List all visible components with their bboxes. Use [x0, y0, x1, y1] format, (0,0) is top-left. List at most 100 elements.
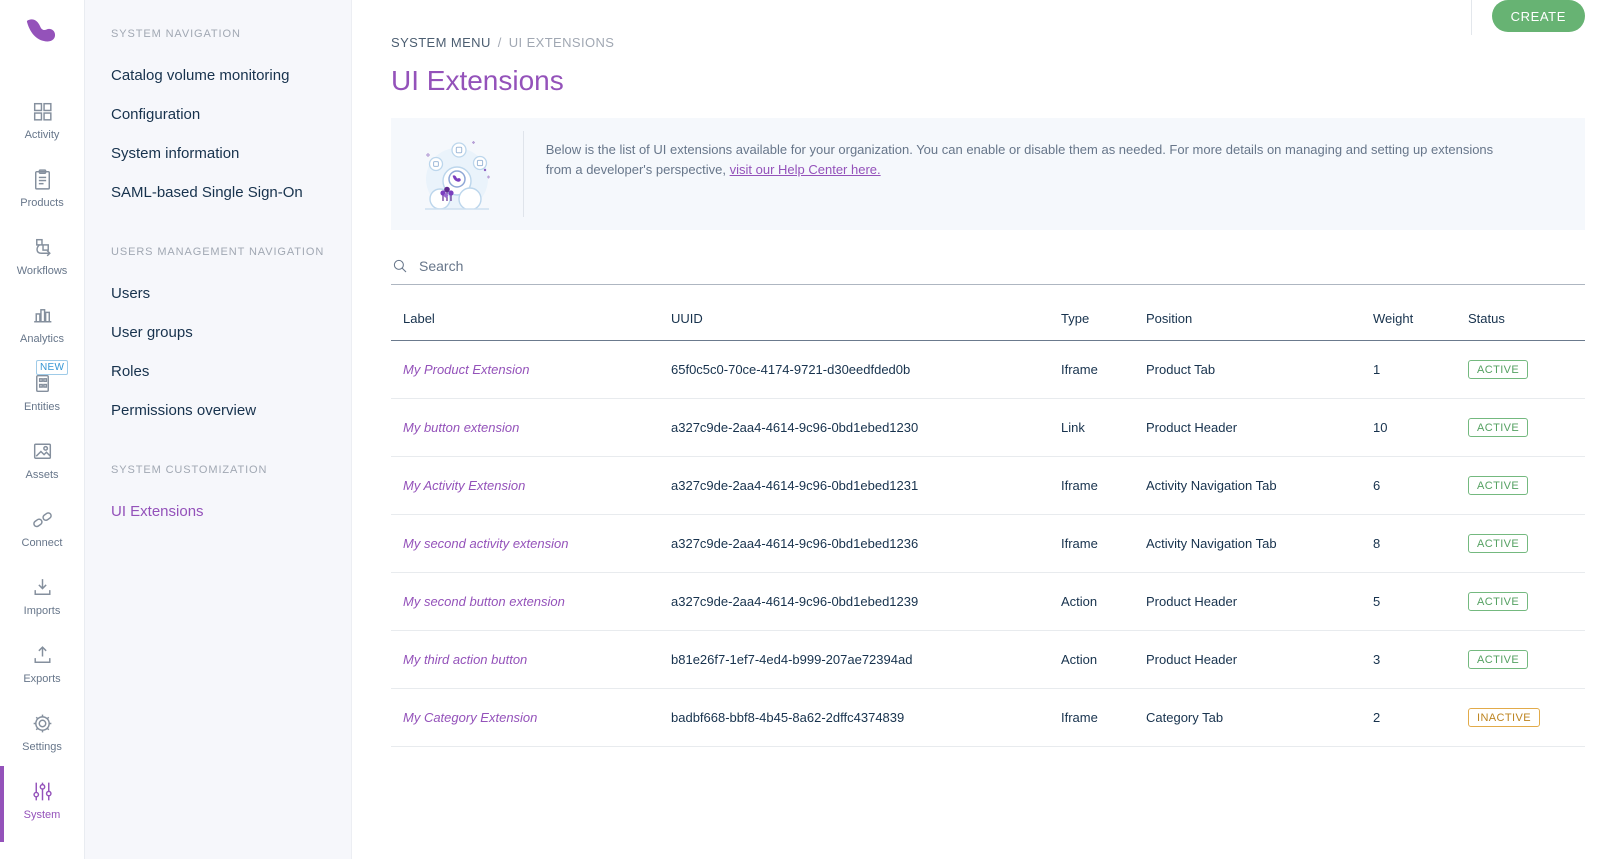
- position-cell: Category Tab: [1146, 689, 1373, 747]
- position-cell: Product Header: [1146, 399, 1373, 457]
- status-badge: ACTIVE: [1468, 592, 1528, 611]
- status-cell: ACTIVE: [1468, 631, 1585, 689]
- sidebar-item[interactable]: Configuration: [111, 95, 331, 134]
- icon-nav-label: System: [24, 809, 61, 821]
- banner-text: Below is the list of UI extensions avail…: [546, 118, 1585, 230]
- status-cell: ACTIVE: [1468, 399, 1585, 457]
- icon-nav-label: Settings: [22, 741, 62, 753]
- extension-label-link[interactable]: My second activity extension: [391, 515, 671, 573]
- type-cell: Iframe: [1061, 457, 1146, 515]
- extension-label-link[interactable]: My Category Extension: [391, 689, 671, 747]
- icon-nav-label: Exports: [23, 673, 60, 685]
- extension-label-link[interactable]: My Activity Extension: [391, 457, 671, 515]
- sidebar-item[interactable]: Catalog volume monitoring: [111, 56, 331, 95]
- table-row[interactable]: My Category Extension badbf668-bbf8-4b45…: [391, 689, 1585, 747]
- type-cell: Link: [1061, 399, 1146, 457]
- help-center-link[interactable]: visit our Help Center here.: [730, 162, 881, 177]
- uuid-cell: a327c9de-2aa4-4614-9c96-0bd1ebed1236: [671, 515, 1061, 573]
- table-header-row: Label UUID Type Position Weight Status: [391, 297, 1585, 341]
- sidebar-section: SYSTEM CUSTOMIZATION UI Extensions: [111, 464, 331, 531]
- sidebar-item[interactable]: Users: [111, 274, 331, 313]
- banner-description: Below is the list of UI extensions avail…: [546, 142, 1493, 177]
- search-icon: [391, 257, 409, 275]
- status-cell: ACTIVE: [1468, 573, 1585, 631]
- type-cell: Iframe: [1061, 341, 1146, 399]
- icon-nav-item[interactable]: Connect: [0, 494, 84, 562]
- workflows-loop-icon: [30, 235, 55, 260]
- icon-nav: Activity Products Workflows Analytics: [0, 86, 84, 834]
- table-row[interactable]: My second button extension a327c9de-2aa4…: [391, 573, 1585, 631]
- status-badge: INACTIVE: [1468, 708, 1540, 727]
- app-logo[interactable]: [21, 11, 63, 53]
- weight-cell: 10: [1373, 399, 1468, 457]
- icon-nav-item[interactable]: Workflows: [0, 222, 84, 290]
- icon-nav-item[interactable]: Analytics: [0, 290, 84, 358]
- breadcrumb: SYSTEM MENU / UI EXTENSIONS: [391, 35, 1585, 50]
- main-content: SYSTEM MENU / UI EXTENSIONS CREATE UI Exte…: [352, 0, 1618, 859]
- icon-nav-item[interactable]: System: [0, 766, 84, 834]
- type-cell: Action: [1061, 631, 1146, 689]
- icon-nav-label: Imports: [24, 605, 61, 617]
- uuid-cell: a327c9de-2aa4-4614-9c96-0bd1ebed1231: [671, 457, 1061, 515]
- type-cell: Action: [1061, 573, 1146, 631]
- sidebar-item[interactable]: SAML-based Single Sign-On: [111, 173, 331, 212]
- breadcrumb-current: UI EXTENSIONS: [509, 35, 615, 50]
- sidebar-item[interactable]: UI Extensions: [111, 492, 331, 531]
- icon-sidebar: Activity Products Workflows Analytics: [0, 0, 85, 859]
- table-row[interactable]: My button extension a327c9de-2aa4-4614-9…: [391, 399, 1585, 457]
- type-cell: Iframe: [1061, 689, 1146, 747]
- status-cell: INACTIVE: [1468, 689, 1585, 747]
- create-button[interactable]: CREATE: [1492, 0, 1585, 32]
- extensions-table: Label UUID Type Position Weight Status M…: [391, 297, 1585, 747]
- sidebar-section-title: USERS MANAGEMENT NAVIGATION: [111, 246, 331, 258]
- status-cell: ACTIVE: [1468, 341, 1585, 399]
- header-divider: [1471, 0, 1472, 35]
- sidebar-item[interactable]: Roles: [111, 352, 331, 391]
- position-cell: Activity Navigation Tab: [1146, 457, 1373, 515]
- status-badge: ACTIVE: [1468, 476, 1528, 495]
- connect-links-icon: [30, 507, 55, 532]
- extension-label-link[interactable]: My button extension: [391, 399, 671, 457]
- weight-cell: 3: [1373, 631, 1468, 689]
- icon-nav-label: Assets: [25, 469, 58, 481]
- icon-nav-item[interactable]: Imports: [0, 562, 84, 630]
- breadcrumb-system-menu[interactable]: SYSTEM MENU: [391, 35, 491, 50]
- icon-nav-item[interactable]: Products: [0, 154, 84, 222]
- table-row[interactable]: My third action button b81e26f7-1ef7-4ed…: [391, 631, 1585, 689]
- search-input[interactable]: [419, 258, 1019, 274]
- page-header: SYSTEM MENU / UI EXTENSIONS CREATE UI Exte…: [391, 0, 1585, 97]
- page-title: UI Extensions: [391, 65, 1585, 97]
- icon-nav-item[interactable]: Exports: [0, 630, 84, 698]
- table-row[interactable]: My second activity extension a327c9de-2a…: [391, 515, 1585, 573]
- extension-label-link[interactable]: My second button extension: [391, 573, 671, 631]
- sidebar-section: USERS MANAGEMENT NAVIGATION Users User g…: [111, 246, 331, 430]
- banner-divider: [523, 131, 524, 217]
- sidebar-section: SYSTEM NAVIGATION Catalog volume monitor…: [111, 28, 331, 212]
- weight-cell: 1: [1373, 341, 1468, 399]
- icon-nav-label: Products: [20, 197, 63, 209]
- icon-nav-label: Analytics: [20, 333, 64, 345]
- column-header-status: Status: [1468, 297, 1585, 341]
- icon-nav-label: Connect: [22, 537, 63, 549]
- icon-nav-item[interactable]: Settings: [0, 698, 84, 766]
- new-badge: NEW: [36, 360, 68, 375]
- breadcrumb-separator: /: [498, 35, 502, 50]
- uuid-cell: b81e26f7-1ef7-4ed4-b999-207ae72394ad: [671, 631, 1061, 689]
- weight-cell: 5: [1373, 573, 1468, 631]
- sidebar-item[interactable]: User groups: [111, 313, 331, 352]
- sidebar-item[interactable]: System information: [111, 134, 331, 173]
- extension-label-link[interactable]: My third action button: [391, 631, 671, 689]
- icon-nav-item[interactable]: NEW Entities: [0, 358, 84, 426]
- system-sliders-icon: [30, 779, 55, 804]
- icon-nav-item[interactable]: Activity: [0, 86, 84, 154]
- weight-cell: 6: [1373, 457, 1468, 515]
- table-row[interactable]: My Activity Extension a327c9de-2aa4-4614…: [391, 457, 1585, 515]
- imports-download-icon: [30, 575, 55, 600]
- sidebar-item[interactable]: Permissions overview: [111, 391, 331, 430]
- icon-nav-item[interactable]: Assets: [0, 426, 84, 494]
- position-cell: Product Header: [1146, 631, 1373, 689]
- status-badge: ACTIVE: [1468, 534, 1528, 553]
- table-row[interactable]: My Product Extension 65f0c5c0-70ce-4174-…: [391, 341, 1585, 399]
- weight-cell: 8: [1373, 515, 1468, 573]
- extension-label-link[interactable]: My Product Extension: [391, 341, 671, 399]
